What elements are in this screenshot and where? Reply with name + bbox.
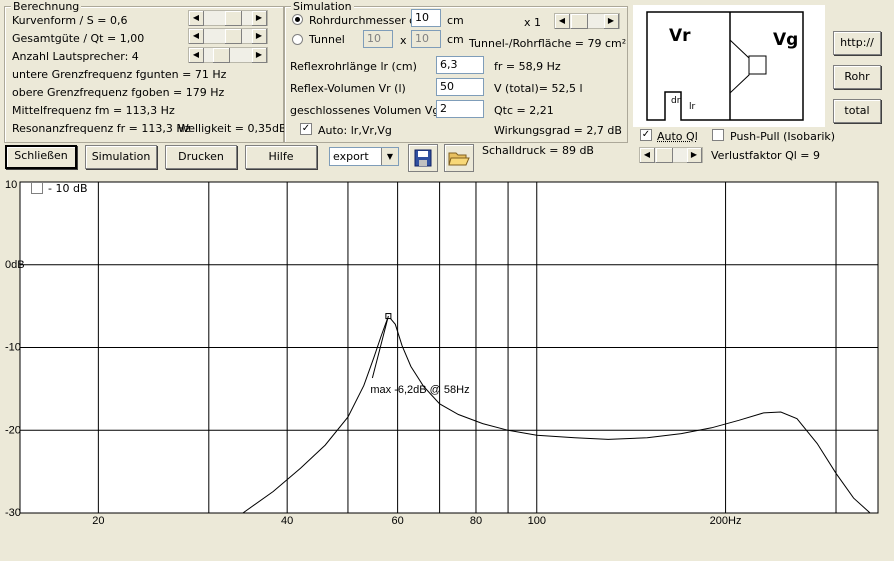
lr-label: Reflexrohrlänge lr (cm)	[290, 60, 417, 73]
auto-ql-label[interactable]: Auto Ql	[657, 130, 698, 143]
y-tick-label: -10	[5, 342, 21, 354]
y-tick-label: -20	[5, 424, 21, 436]
fr-result: fr = 58,9 Hz	[494, 60, 561, 73]
gesamtguete-label: Gesamtgüte / Qt = 1,00	[12, 32, 145, 45]
kurvenform-slider[interactable]: ◀ ▶	[188, 10, 268, 26]
gesamtguete-slider[interactable]: ◀ ▶	[188, 28, 268, 44]
tunnel-height-input[interactable]: 10	[411, 30, 441, 48]
peak-annotation: max -6,2dB @ 58Hz	[370, 384, 469, 396]
vg-label: geschlossenes Volumen Vg (l)	[290, 104, 455, 117]
minus-10db-checkbox[interactable]	[31, 182, 43, 194]
slider-thumb[interactable]	[225, 11, 242, 26]
x-tick-label: 40	[281, 515, 293, 527]
tunnel-radio-label[interactable]: Tunnel	[309, 33, 345, 46]
y-tick-label: -30	[5, 507, 21, 519]
pushpull-checkbox[interactable]	[712, 129, 724, 141]
scroll-right-icon[interactable]: ▶	[604, 14, 619, 29]
schliessen-button[interactable]: Schließen	[5, 145, 77, 169]
open-button[interactable]	[444, 144, 474, 172]
vr-label: Reflex-Volumen Vr (l)	[290, 82, 406, 95]
slider-thumb[interactable]	[571, 14, 588, 29]
vtotal-label: V (total)= 52,5 l	[494, 82, 583, 95]
simulation-legend: Simulation	[291, 0, 354, 13]
chevron-down-icon[interactable]: ▼	[381, 148, 398, 165]
qtc-label: Qtc = 2,21	[494, 104, 554, 117]
slider-thumb[interactable]	[225, 29, 242, 44]
minus-10db-label[interactable]: - 10 dB	[48, 182, 88, 195]
scroll-left-icon[interactable]: ◀	[555, 14, 570, 29]
simulation-button[interactable]: Simulation	[85, 145, 157, 169]
scroll-right-icon[interactable]: ▶	[252, 29, 267, 44]
multiplier-label: x 1	[524, 16, 542, 29]
lr-diagram-label: lr	[689, 102, 696, 112]
dr-unit: cm	[447, 14, 464, 27]
x-tick-label: 80	[470, 515, 482, 527]
scroll-right-icon[interactable]: ▶	[687, 148, 702, 163]
resonanzfrequenz-label: Resonanzfrequenz fr = 113,3 Hz	[12, 122, 191, 135]
mittelfrequenz-label: Mittelfrequenz fm = 113,3 Hz	[12, 104, 175, 117]
total-button[interactable]: total	[833, 99, 881, 123]
fgunten-label: untere Grenzfrequenz fgunten = 71 Hz	[12, 68, 227, 81]
slider-thumb[interactable]	[213, 48, 230, 63]
x-tick-label: 200Hz	[710, 515, 742, 527]
export-select-value: export	[333, 150, 369, 163]
verlustfaktor-slider[interactable]: ◀ ▶	[639, 147, 703, 163]
dr-input[interactable]: 10	[411, 9, 441, 27]
folder-open-icon	[448, 152, 470, 166]
tunnel-width-input[interactable]: 10	[363, 30, 393, 48]
auto-checkbox[interactable]: ✓	[300, 123, 312, 135]
frequency-response-chart: 10 0dB -10 -20 -30 20 40 60 80 100 200Hz max -6,2dB…	[0, 174, 894, 561]
multiplier-slider[interactable]: ◀ ▶	[554, 13, 620, 29]
x-tick-label: 100	[528, 515, 546, 527]
x-tick-label: 60	[391, 515, 403, 527]
vg-diagram-label: Vg	[773, 30, 798, 50]
scroll-left-icon[interactable]: ◀	[189, 29, 204, 44]
auto-ql-checkbox[interactable]: ✓	[640, 129, 652, 141]
kurvenform-label: Kurvenform / S = 0,6	[12, 14, 128, 27]
scroll-right-icon[interactable]: ▶	[252, 11, 267, 26]
floppy-icon	[414, 149, 432, 167]
tunnel-flaeche-label: Tunnel-/Rohrfläche = 79 cm²	[469, 37, 627, 50]
rohr-button[interactable]: Rohr	[833, 65, 881, 89]
scroll-right-icon[interactable]: ▶	[252, 48, 267, 63]
scroll-left-icon[interactable]: ◀	[189, 48, 204, 63]
welligkeit-label: Welligkeit = 0,35dB	[178, 122, 287, 135]
auto-checkbox-label[interactable]: Auto: lr,Vr,Vg	[318, 124, 392, 137]
slider-thumb[interactable]	[656, 148, 673, 163]
vr-diagram-label: Vr	[669, 26, 691, 46]
pushpull-label[interactable]: Push-Pull (Isobarik)	[730, 130, 835, 143]
hilfe-button[interactable]: Hilfe	[245, 145, 317, 169]
vg-input[interactable]: 2	[436, 100, 484, 118]
vr-input[interactable]: 50	[436, 78, 484, 96]
y-tick-label: 10	[5, 179, 17, 191]
y-tick-label: 0dB	[5, 259, 25, 271]
scroll-left-icon[interactable]: ◀	[189, 11, 204, 26]
dr-diagram-label: dr	[671, 96, 681, 106]
lr-input[interactable]: 6,3	[436, 56, 484, 74]
berechnung-legend: Berechnung	[11, 0, 82, 13]
chart-svg: 10 0dB -10 -20 -30 20 40 60 80 100 200Hz max -6,2dB…	[5, 179, 879, 527]
save-button[interactable]	[408, 144, 438, 172]
tunnel-times-label: x	[400, 34, 407, 47]
export-select[interactable]: export ▼	[329, 147, 399, 166]
wirkungsgrad-label: Wirkungsgrad = 2,7 dB	[494, 124, 622, 137]
anzahl-label: Anzahl Lautsprecher: 4	[12, 50, 139, 63]
schalldruck-label: Schalldruck = 89 dB	[482, 144, 594, 157]
rohr-radio[interactable]	[292, 14, 303, 25]
anzahl-slider[interactable]: ◀ ▶	[188, 47, 268, 63]
rohr-radio-label[interactable]: Rohrdurchmesser dr	[309, 14, 421, 27]
fgoben-label: obere Grenzfrequenz fgoben = 179 Hz	[12, 86, 225, 99]
verlustfaktor-label: Verlustfaktor Ql = 9	[711, 149, 821, 162]
scroll-left-icon[interactable]: ◀	[640, 148, 655, 163]
drucken-button[interactable]: Drucken	[165, 145, 237, 169]
x-tick-label: 20	[92, 515, 104, 527]
tunnel-radio[interactable]	[292, 34, 303, 45]
enclosure-diagram: Vr Vg dr lr	[633, 5, 825, 127]
tunnel-unit: cm	[447, 33, 464, 46]
http-button[interactable]: http://	[833, 31, 881, 55]
